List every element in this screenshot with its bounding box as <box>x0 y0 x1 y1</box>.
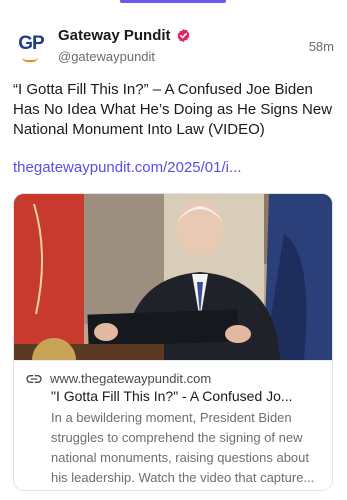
avatar[interactable]: GP <box>13 26 49 62</box>
author-handle[interactable]: @gatewaypundit <box>58 49 155 64</box>
active-tab-indicator <box>120 0 226 3</box>
card-description: In a bewildering moment, President Biden… <box>51 410 315 485</box>
verified-badge-icon <box>177 28 189 43</box>
link-icon <box>26 374 42 383</box>
post-timestamp: 58m <box>308 39 334 54</box>
card-domain-row: www.thegatewaypundit.com <box>26 371 211 386</box>
card-body: www.thegatewaypundit.com "I Gotta Fill T… <box>14 360 332 490</box>
author-name-row: Gateway Pundit <box>58 27 191 44</box>
post-header: GP Gateway Pundit @gatewaypundit 58m <box>13 26 334 68</box>
avatar-logo-text: GP <box>18 33 44 54</box>
post-link[interactable]: thegatewaypundit.com/2025/01/i... <box>13 159 242 176</box>
author-display-name[interactable]: Gateway Pundit <box>58 27 171 44</box>
post-text: “I Gotta Fill This In?” – A Confused Joe… <box>13 81 333 138</box>
link-preview-card[interactable]: www.thegatewaypundit.com "I Gotta Fill T… <box>13 193 333 491</box>
card-preview-image <box>14 194 332 360</box>
avatar-logo-smile <box>22 57 38 62</box>
card-title: "I Gotta Fill This In?" - A Confused Jo.… <box>51 388 293 404</box>
card-domain: www.thegatewaypundit.com <box>50 371 212 386</box>
